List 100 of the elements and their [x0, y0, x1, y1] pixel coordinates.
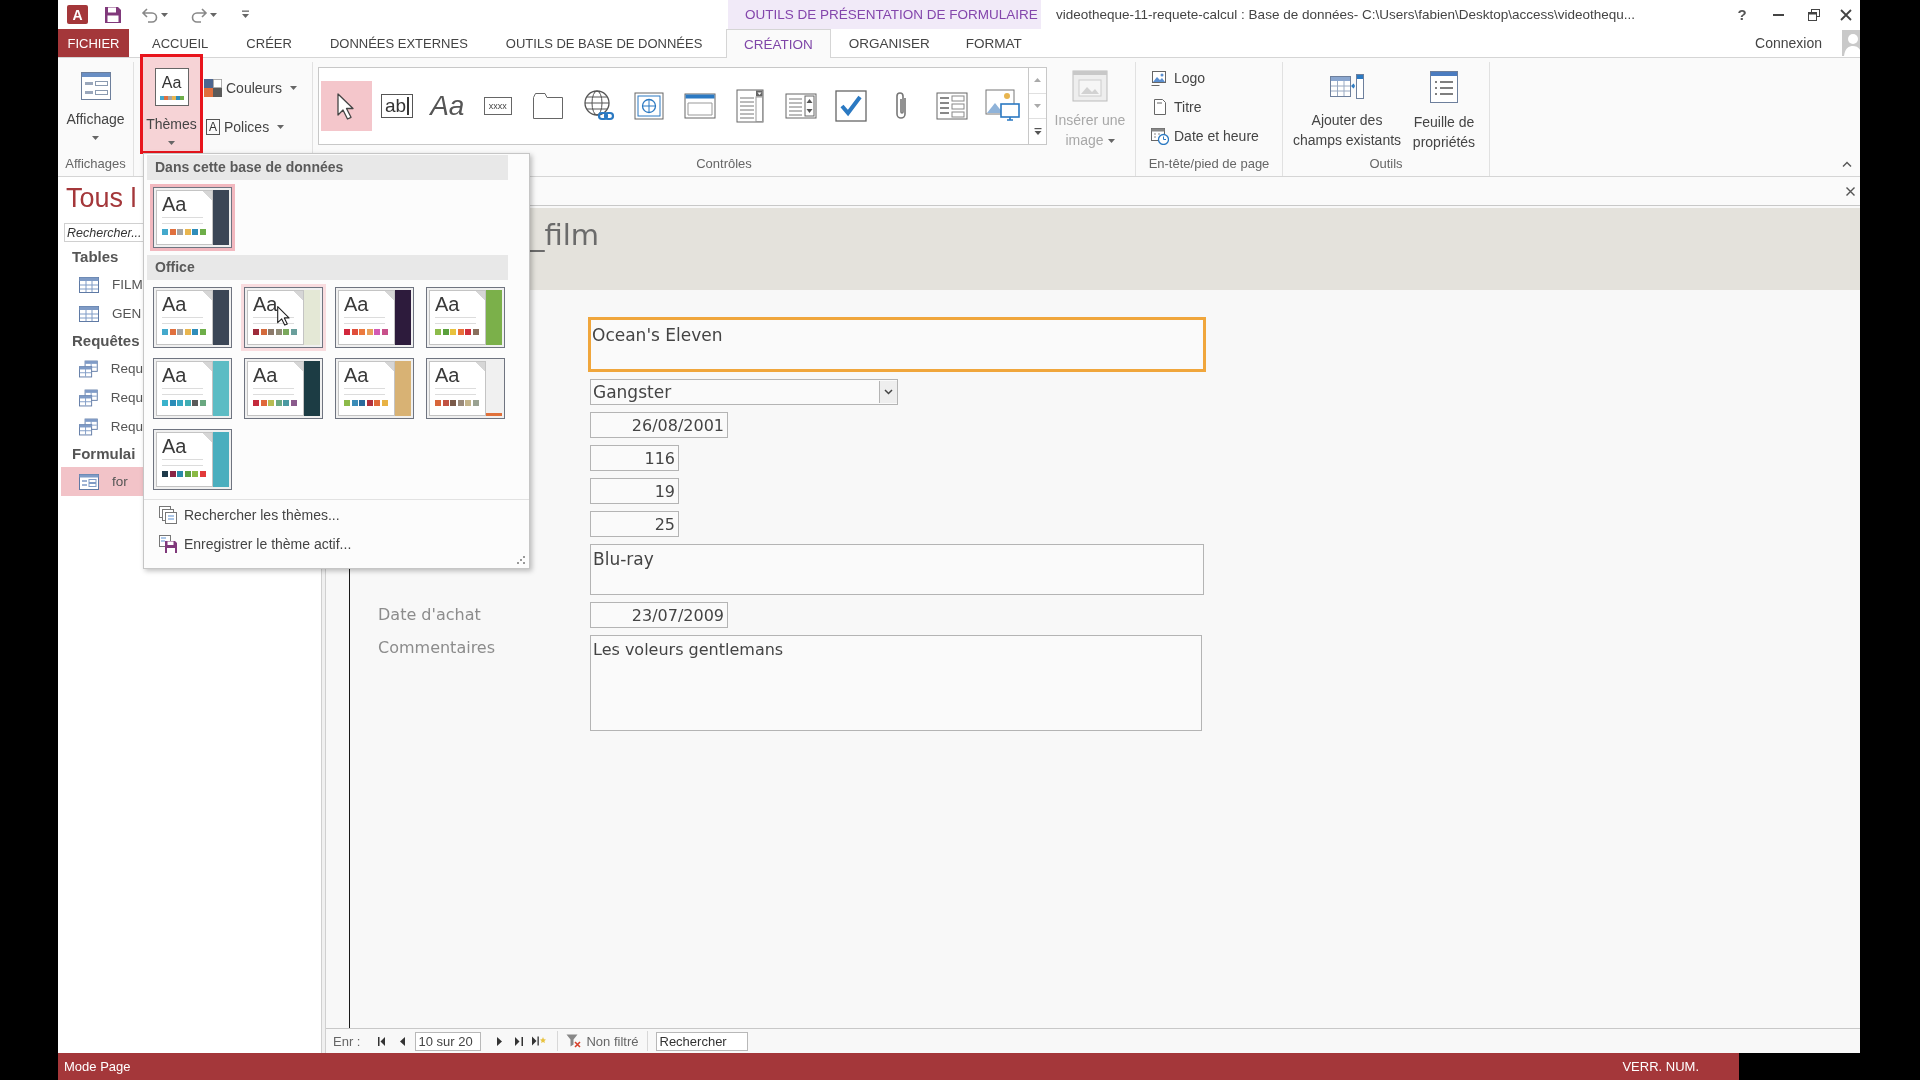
navigation-item[interactable]: FILM — [61, 270, 143, 299]
ribbon-tab[interactable]: ACCUEIL — [133, 29, 228, 57]
text-lines-drawing — [162, 217, 203, 224]
close-button[interactable] — [1843, 184, 1857, 198]
help-button[interactable]: ? — [1724, 0, 1760, 29]
theme-thumbnail[interactable]: Aa — [150, 426, 235, 493]
theme-thumbnail[interactable]: Aa — [241, 355, 326, 422]
theme-thumbnail[interactable]: Aa — [423, 284, 508, 351]
theme-thumbnail[interactable]: Aa — [241, 284, 326, 351]
resize-grip-icon[interactable] — [517, 556, 525, 564]
calendar-clock-icon — [1151, 126, 1169, 145]
picture-monitor-icon — [984, 89, 1021, 123]
caret-icon — [290, 86, 298, 90]
menu-item[interactable]: Rechercher les thèmes... — [147, 500, 340, 529]
header-footer-button[interactable]: Titre — [1151, 92, 1202, 121]
theme-sample-text: Aa — [253, 364, 279, 386]
record-position-field[interactable]: 10 sur 20 — [415, 1031, 482, 1051]
number-field[interactable]: 19 — [590, 478, 679, 504]
theme-sample-text: Aa — [435, 293, 461, 315]
theme-thumbnail[interactable]: Aa — [332, 284, 417, 351]
navigation-item[interactable]: Requ — [61, 412, 143, 441]
contextual-tab-group-label: OUTILS DE PRÉSENTATION DE FORMULAIRE — [728, 0, 1041, 29]
theme-thumbnail[interactable]: Aa — [423, 355, 508, 422]
theme-thumbnail[interactable]: Aa — [150, 284, 235, 351]
query-icon — [79, 417, 98, 436]
caret-icon — [277, 125, 285, 129]
text-field[interactable]: Ocean's Eleven — [588, 317, 1206, 372]
label-tool[interactable]: Aa — [422, 81, 473, 131]
themes-button[interactable]: Aa Thèmes — [140, 54, 203, 154]
search-field[interactable]: Rechercher... — [64, 223, 143, 242]
page-icon — [1151, 97, 1169, 116]
close-icon — [1840, 8, 1852, 21]
ribbon-tab[interactable]: OUTILS DE BASE DE DONNÉES — [486, 29, 722, 57]
number-field[interactable]: 25 — [590, 511, 679, 537]
text-lines-drawing — [435, 388, 476, 395]
header-footer-button[interactable]: Logo — [1151, 63, 1206, 92]
form-view-icon — [78, 70, 113, 102]
text-field[interactable]: Blu-ray — [590, 544, 1204, 595]
select-tool[interactable] — [321, 81, 372, 131]
pointer-icon — [337, 92, 356, 120]
ribbon-tab[interactable]: CRÉATION — [726, 29, 831, 58]
date-field[interactable]: 23/07/2009 — [590, 602, 728, 628]
theme-thumbnail[interactable]: Aa — [150, 184, 235, 251]
memo-field[interactable]: Les voleurs gentlemans — [590, 635, 1202, 731]
text-lines-drawing — [162, 459, 203, 466]
group-label: Contrôles — [696, 155, 752, 173]
fonts-button[interactable]: A Polices — [204, 116, 298, 138]
sign-in-link[interactable]: Connexion — [1755, 35, 1822, 51]
navigation-item[interactable]: Requ — [61, 354, 143, 383]
ribbon-tab[interactable]: CRÉER — [227, 29, 311, 57]
close-icon — [1845, 186, 1855, 196]
group-header[interactable]: Tables — [72, 244, 119, 270]
save-icon[interactable] — [104, 5, 122, 24]
view-button[interactable]: Affichage — [60, 62, 131, 140]
theme-thumbnail[interactable]: Aa — [332, 355, 417, 422]
list-dropdown-icon — [736, 89, 765, 123]
mouse-pointer-icon — [277, 306, 290, 326]
ribbon-tab[interactable]: ORGANISER — [830, 29, 948, 57]
text-lines-drawing — [344, 388, 385, 395]
undo-icon[interactable] — [141, 6, 159, 23]
property-sheet-button[interactable]: Feuille de propriétés — [1403, 62, 1485, 152]
ribbon-tab[interactable]: FICHIER — [58, 29, 129, 57]
triangle-right-icon — [496, 1036, 502, 1046]
caret-icon — [161, 12, 168, 17]
number-field[interactable]: 116 — [590, 445, 679, 471]
theme-thumbnail[interactable]: Aa — [150, 355, 235, 422]
text-lines-drawing — [162, 388, 203, 395]
colors-button[interactable]: Couleurs — [204, 77, 298, 99]
menu-item[interactable]: Enregistrer le thème actif... — [147, 529, 352, 558]
text-lines-drawing — [435, 317, 476, 324]
filter-toggle[interactable]: Non filtré — [566, 1033, 639, 1049]
header-footer-button[interactable]: Date et heure — [1151, 121, 1259, 150]
customize-toolbar-icon[interactable] — [241, 10, 250, 19]
query-icon — [79, 388, 98, 407]
caret-icon — [210, 12, 217, 17]
page-save-icon — [159, 534, 177, 553]
search-field[interactable]: Rechercher — [655, 1031, 748, 1051]
group-header[interactable]: Formulai — [72, 441, 136, 467]
date-field[interactable]: 26/08/2001 — [590, 412, 728, 438]
combo-box[interactable]: Gangster — [590, 379, 898, 405]
navigation-item[interactable]: GEN — [61, 299, 143, 328]
group-header[interactable]: Requêtes — [72, 328, 140, 354]
caret-up-icon — [1034, 78, 1041, 83]
text-box-tool[interactable]: ab — [371, 81, 422, 131]
add-fields-button[interactable]: Ajouter des champs existants — [1291, 62, 1403, 150]
caret-icon — [168, 141, 175, 145]
button-tool[interactable]: xxxx — [472, 81, 523, 131]
chevron-down-icon — [884, 389, 893, 395]
triangle-left-icon — [399, 1036, 405, 1046]
navigation-pane-title: Tous l — [66, 182, 137, 215]
theme-sample-text: Aa — [344, 364, 370, 386]
ribbon-tab[interactable]: FORMAT — [947, 29, 1040, 57]
group-label: En-tête/pied de page — [1148, 155, 1270, 173]
ribbon-tab[interactable]: DONNÉES EXTERNES — [310, 29, 487, 57]
redo-icon[interactable] — [190, 6, 208, 23]
form-icon — [79, 473, 99, 490]
list-spinner-icon — [784, 93, 817, 119]
navigation-item[interactable]: Requ — [61, 383, 143, 412]
navigation-item[interactable]: for — [61, 467, 143, 496]
dropdown-button[interactable] — [879, 381, 897, 403]
